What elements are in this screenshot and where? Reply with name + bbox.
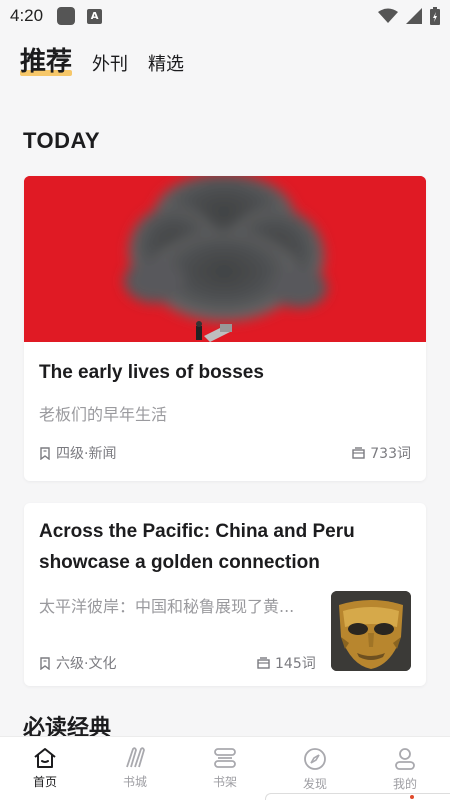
notification-dot bbox=[410, 795, 414, 799]
nav-label-profile: 我的 bbox=[392, 777, 417, 791]
nav-label-discover: 发现 bbox=[302, 777, 327, 791]
wifi-icon bbox=[378, 8, 398, 23]
section-heading-today: TODAY bbox=[23, 128, 101, 153]
compass-icon bbox=[304, 748, 326, 770]
home-icon bbox=[34, 748, 56, 768]
bookstore-icon bbox=[126, 747, 145, 768]
article-title[interactable]: The early lives of bosses bbox=[39, 357, 264, 388]
article-level: 四级·新闻 bbox=[39, 443, 116, 463]
article-level-text: 六级·文化 bbox=[56, 656, 117, 672]
top-tabs: 推荐 外刊 精选 bbox=[20, 42, 184, 82]
bookmark-icon bbox=[40, 446, 50, 460]
nav-item-profile[interactable]: 我的 bbox=[360, 737, 450, 800]
status-bar: 4:20 A bbox=[0, 0, 450, 32]
bookmark-icon bbox=[40, 656, 50, 670]
nav-label-home: 首页 bbox=[32, 775, 57, 789]
battery-charging-icon bbox=[430, 7, 440, 25]
article-title-line1[interactable]: Across the Pacific: China and Peru bbox=[39, 516, 355, 547]
article-card[interactable]: Across the Pacific: China and Peru showc… bbox=[24, 503, 426, 686]
nav-label-bookshelf: 书架 bbox=[212, 775, 237, 789]
article-word-count-text: 145词 bbox=[275, 656, 316, 672]
article-word-count: 145词 bbox=[257, 653, 316, 673]
status-time: 4:20 bbox=[10, 6, 44, 25]
nav-label-bookstore: 书城 bbox=[122, 775, 147, 789]
article-word-count-text: 733词 bbox=[370, 446, 411, 462]
article-level-text: 四级·新闻 bbox=[56, 446, 117, 462]
nav-item-bookshelf[interactable]: 书架 bbox=[180, 737, 270, 800]
nav-item-home[interactable]: 首页 bbox=[0, 737, 90, 800]
tab-recommend[interactable]: 推荐 bbox=[20, 41, 73, 82]
article-subtitle: 老板们的早年生活 bbox=[39, 405, 168, 424]
a-badge-icon: A bbox=[87, 8, 103, 24]
bottom-navigation: 首页 书城 书架 发现 我的 bbox=[0, 736, 450, 800]
article-hero-image bbox=[24, 176, 426, 342]
article-thumbnail[interactable] bbox=[331, 591, 411, 671]
book-icon bbox=[257, 657, 270, 669]
nav-item-bookstore[interactable]: 书城 bbox=[90, 737, 180, 800]
article-word-count: 733词 bbox=[352, 443, 411, 463]
nav-item-discover[interactable]: 发现 bbox=[270, 737, 360, 800]
signal-icon bbox=[406, 8, 422, 24]
article-title-line2[interactable]: showcase a golden connection bbox=[39, 547, 320, 578]
notification-square-icon bbox=[57, 7, 76, 25]
profile-icon bbox=[395, 748, 415, 770]
article-subtitle: 太平洋彼岸：中国和秘鲁展现了黄... bbox=[39, 597, 295, 616]
home-indicator bbox=[265, 793, 450, 800]
article-level: 六级·文化 bbox=[39, 653, 116, 673]
book-icon bbox=[352, 447, 365, 459]
tab-featured[interactable]: 精选 bbox=[148, 50, 184, 82]
article-card[interactable]: The early lives of bosses 老板们的早年生活 四级·新闻… bbox=[24, 176, 426, 481]
tab-foreign-journals[interactable]: 外刊 bbox=[92, 50, 128, 82]
bookshelf-icon bbox=[214, 748, 236, 768]
